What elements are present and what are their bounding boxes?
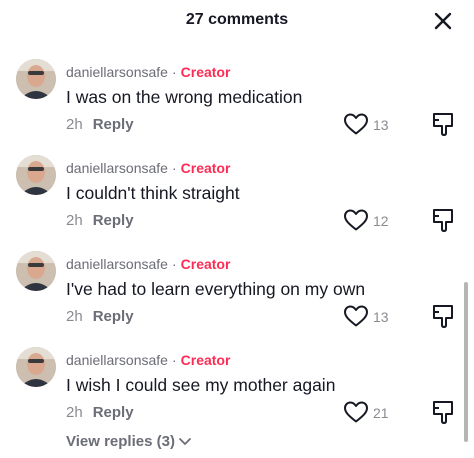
separator-dot: · (171, 352, 177, 368)
comment-meta: daniellarsonsafe · Creator (66, 256, 230, 272)
reply-button[interactable]: Reply (93, 308, 134, 325)
dislike-button[interactable] (431, 207, 455, 233)
comment-timestamp: 2h (66, 212, 83, 229)
comment-footer: 2h Reply (66, 212, 134, 229)
comment-item: daniellarsonsafe · Creator I couldn't thin… (0, 154, 474, 250)
like-button[interactable] (343, 112, 369, 136)
comment-timestamp: 2h (66, 404, 83, 421)
avatar[interactable] (16, 251, 56, 291)
comment-text: I was on the wrong medication (66, 87, 303, 107)
comments-header: 27 comments (0, 0, 474, 42)
heart-outline-icon (344, 305, 368, 327)
creator-badge: Creator (180, 256, 231, 272)
close-icon (434, 12, 452, 30)
comment-meta: daniellarsonsafe · Creator (66, 64, 230, 80)
separator-dot: · (171, 160, 177, 176)
thumbs-down-icon (433, 209, 453, 232)
dislike-button[interactable] (431, 303, 455, 329)
comment-text: I couldn't think straight (66, 183, 240, 203)
heart-outline-icon (344, 209, 368, 231)
like-count: 13 (373, 309, 389, 325)
like-count: 21 (373, 405, 389, 421)
comment-text: I've had to learn everything on my own (66, 279, 366, 299)
comment-meta: daniellarsonsafe · Creator (66, 160, 230, 176)
like-count: 12 (373, 213, 389, 229)
separator-dot: · (171, 256, 177, 272)
username[interactable]: daniellarsonsafe (66, 64, 168, 80)
like-button[interactable] (343, 208, 369, 232)
comment-meta: daniellarsonsafe · Creator (66, 352, 230, 368)
reply-button[interactable]: Reply (93, 404, 134, 421)
creator-badge: Creator (180, 352, 231, 368)
creator-badge: Creator (180, 64, 231, 80)
reply-button[interactable]: Reply (93, 212, 134, 229)
scrollbar[interactable] (464, 282, 468, 442)
like-count: 13 (373, 117, 389, 133)
thumbs-down-icon (433, 401, 453, 424)
comment-footer: 2h Reply (66, 308, 134, 325)
avatar[interactable] (16, 347, 56, 387)
dislike-button[interactable] (431, 111, 455, 137)
comment-footer: 2h Reply (66, 116, 134, 133)
avatar[interactable] (16, 59, 56, 99)
view-replies-label: View replies (3) (66, 433, 175, 450)
avatar[interactable] (16, 155, 56, 195)
heart-outline-icon (344, 113, 368, 135)
username[interactable]: daniellarsonsafe (66, 256, 168, 272)
username[interactable]: daniellarsonsafe (66, 160, 168, 176)
thumbs-down-icon (433, 113, 453, 136)
chevron-down-icon (179, 438, 191, 445)
separator-dot: · (171, 64, 177, 80)
comment-timestamp: 2h (66, 116, 83, 133)
dislike-button[interactable] (431, 399, 455, 425)
like-button[interactable] (343, 304, 369, 328)
username[interactable]: daniellarsonsafe (66, 352, 168, 368)
reply-button[interactable]: Reply (93, 116, 134, 133)
close-button[interactable] (430, 8, 456, 34)
thumbs-down-icon (433, 305, 453, 328)
creator-badge: Creator (180, 160, 231, 176)
heart-outline-icon (344, 401, 368, 423)
comments-count-title: 27 comments (185, 11, 289, 28)
comment-item: daniellarsonsafe · Creator I wish I could … (0, 346, 474, 442)
comment-item: daniellarsonsafe · Creator I've had to lea… (0, 250, 474, 346)
comment-text: I wish I could see my mother again (66, 375, 336, 395)
like-button[interactable] (343, 400, 369, 424)
comment-footer: 2h Reply (66, 404, 134, 421)
comment-timestamp: 2h (66, 308, 83, 325)
view-replies-button[interactable]: View replies (3) (66, 433, 192, 450)
comment-item: daniellarsonsafe · Creator I was on the wr… (0, 58, 474, 154)
